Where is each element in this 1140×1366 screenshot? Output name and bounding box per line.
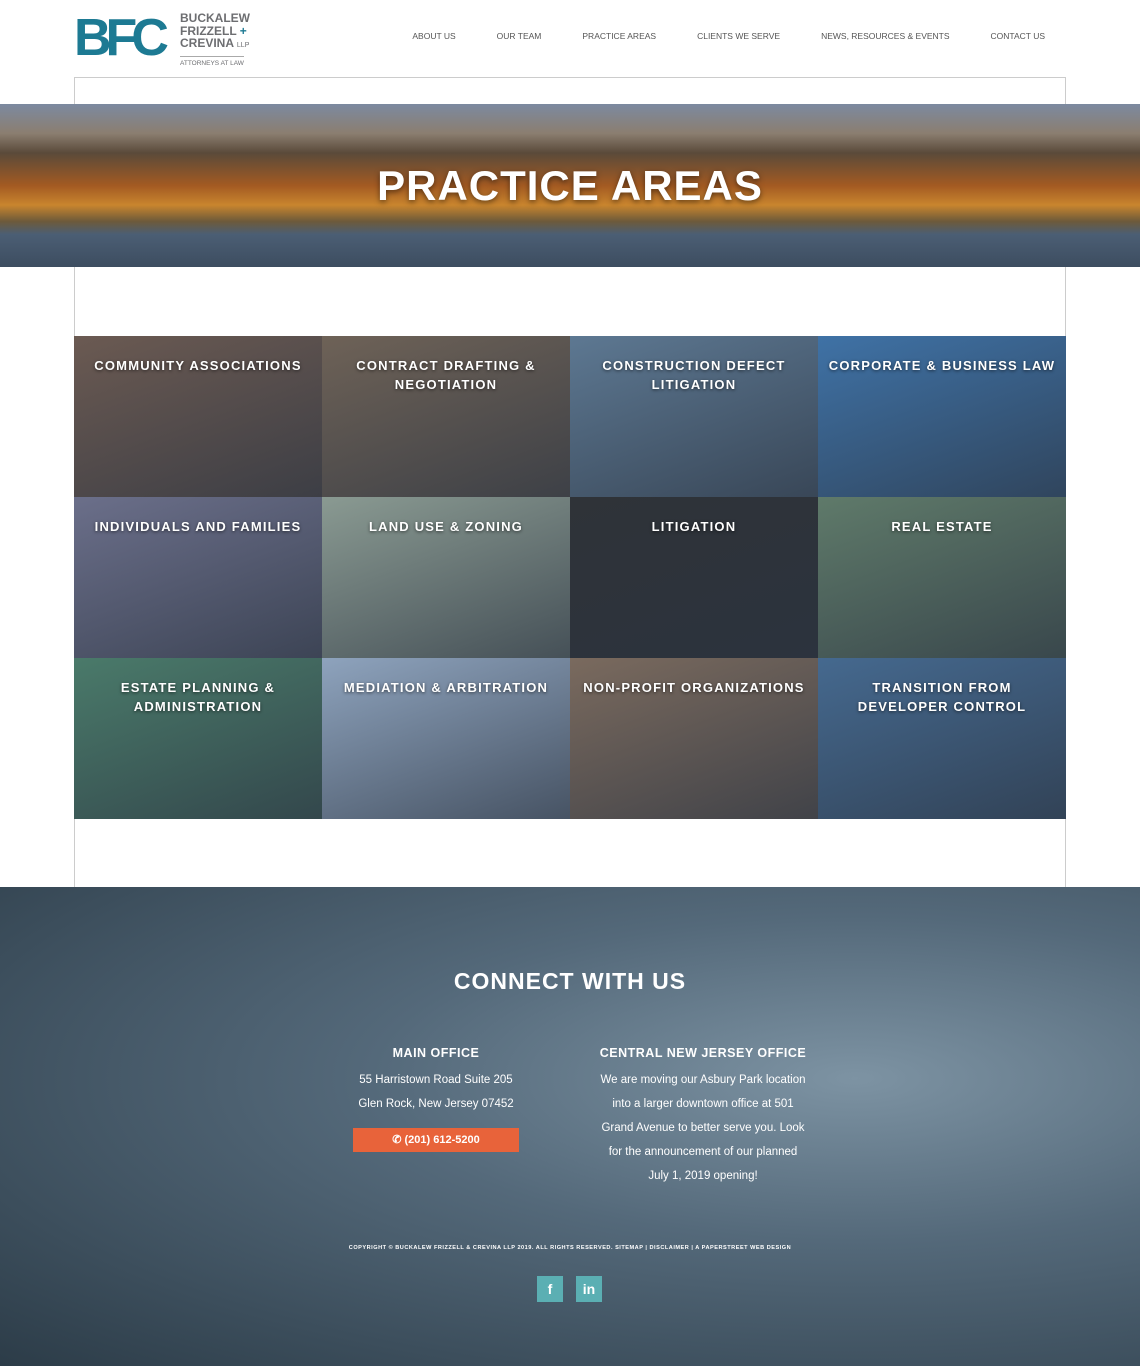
practice-areas-grid: COMMUNITY ASSOCIATIONS CONTRACT DRAFTING … [74, 336, 1066, 819]
practice-tile-label: CORPORATE & BUSINESS LAW [828, 358, 1056, 373]
office-text: for the announcement of our planned [608, 1146, 798, 1158]
practice-tile-label: INDIVIDUALS AND FAMILIES [94, 519, 302, 534]
practice-tile[interactable]: REAL ESTATE [818, 497, 1066, 658]
office-text: We are moving our Asbury Park location [600, 1074, 806, 1086]
nav-our-team[interactable]: Our Team [497, 31, 542, 41]
practice-tile-label: LITIGATION [651, 519, 737, 534]
office-text: into a larger downtown office at 501 [612, 1098, 794, 1110]
logo-mark: BFC [74, 9, 169, 67]
office-text: July 1, 2019 opening! [648, 1170, 758, 1182]
central-office-title: CENTRAL NEW JERSEY OFFICE [599, 1046, 807, 1060]
logo-tagline: ATTORNEYS AT LAW [180, 56, 244, 67]
copyright: COPYRIGHT © BUCKALEW FRIZZELL & CREVINA … [348, 1245, 792, 1251]
logo-llp: LLP [236, 42, 250, 49]
hero-banner: PRACTICE AREAS [0, 104, 1140, 267]
practice-tile-label: LAND USE & ZONING [368, 519, 523, 534]
main-office-title: MAIN OFFICE [392, 1046, 480, 1060]
practice-tile-label: ESTATE PLANNING & ADMINISTRATION [120, 680, 276, 714]
practice-tile[interactable]: CORPORATE & BUSINESS LAW [818, 336, 1066, 497]
nav-clients[interactable]: Clients We Serve [697, 31, 780, 41]
practice-tile-label: CONTRACT DRAFTING & NEGOTIATION [356, 358, 536, 392]
central-office: CENTRAL NEW JERSEY OFFICE We are moving … [573, 1045, 833, 1188]
logo[interactable]: BFC BUCKALEW FRIZZELL + CREVINA LLP ATTO… [74, 12, 254, 68]
practice-tile[interactable]: INDIVIDUALS AND FAMILIES [74, 497, 322, 658]
practice-tile-label: COMMUNITY ASSOCIATIONS [94, 358, 302, 373]
footer: CONNECT WITH US MAIN OFFICE 55 Harristow… [0, 887, 1140, 1366]
nav-practice-areas[interactable]: Practice Areas [582, 31, 656, 41]
address-line: 55 Harristown Road Suite 205 [359, 1074, 513, 1086]
office-text: Grand Avenue to better serve you. Look [601, 1122, 805, 1134]
linkedin-icon[interactable]: in [576, 1276, 602, 1302]
footer-title: CONNECT WITH US [453, 968, 687, 994]
practice-tile-label: NON-PROFIT ORGANIZATIONS [583, 680, 805, 695]
logo-text: BUCKALEW FRIZZELL + CREVINA LLP [180, 12, 250, 53]
practice-tile[interactable]: LAND USE & ZONING [322, 497, 570, 658]
header: BFC BUCKALEW FRIZZELL + CREVINA LLP ATTO… [0, 0, 1140, 78]
practice-tile-label: REAL ESTATE [891, 519, 993, 534]
practice-tile-label: TRANSITION FROM DEVELOPER CONTROL [857, 680, 1027, 714]
main-office: MAIN OFFICE 55 Harristown Road Suite 205… [336, 1045, 536, 1152]
phone-number: (201) 612-5200 [404, 1134, 480, 1146]
practice-tile[interactable]: MEDIATION & ARBITRATION [322, 658, 570, 819]
practice-tile[interactable]: COMMUNITY ASSOCIATIONS [74, 336, 322, 497]
practice-tile[interactable]: LITIGATION [570, 497, 818, 658]
practice-tile[interactable]: ESTATE PLANNING & ADMINISTRATION [74, 658, 322, 819]
address-line: Glen Rock, New Jersey 07452 [358, 1098, 514, 1110]
logo-line: CREVINA [180, 36, 234, 50]
practice-tile[interactable]: TRANSITION FROM DEVELOPER CONTROL [818, 658, 1066, 819]
nav-contact[interactable]: Contact Us [991, 31, 1045, 41]
logo-plus: + [239, 23, 247, 38]
nav-news[interactable]: News, Resources & Events [821, 31, 949, 41]
practice-tile[interactable]: CONTRACT DRAFTING & NEGOTIATION [322, 336, 570, 497]
nav-about-us[interactable]: About Us [412, 31, 455, 41]
facebook-icon[interactable]: f [537, 1276, 563, 1302]
phone-button[interactable]: ✆ (201) 612-5200 [353, 1128, 519, 1152]
practice-tile[interactable]: NON-PROFIT ORGANIZATIONS [570, 658, 818, 819]
practice-tile-label: CONSTRUCTION DEFECT LITIGATION [602, 358, 786, 392]
main-nav: About Us Our Team Practice Areas Clients… [412, 31, 1045, 41]
practice-tile-label: MEDIATION & ARBITRATION [343, 680, 549, 695]
page-title: PRACTICE AREAS [377, 162, 763, 209]
practice-tile[interactable]: CONSTRUCTION DEFECT LITIGATION [570, 336, 818, 497]
